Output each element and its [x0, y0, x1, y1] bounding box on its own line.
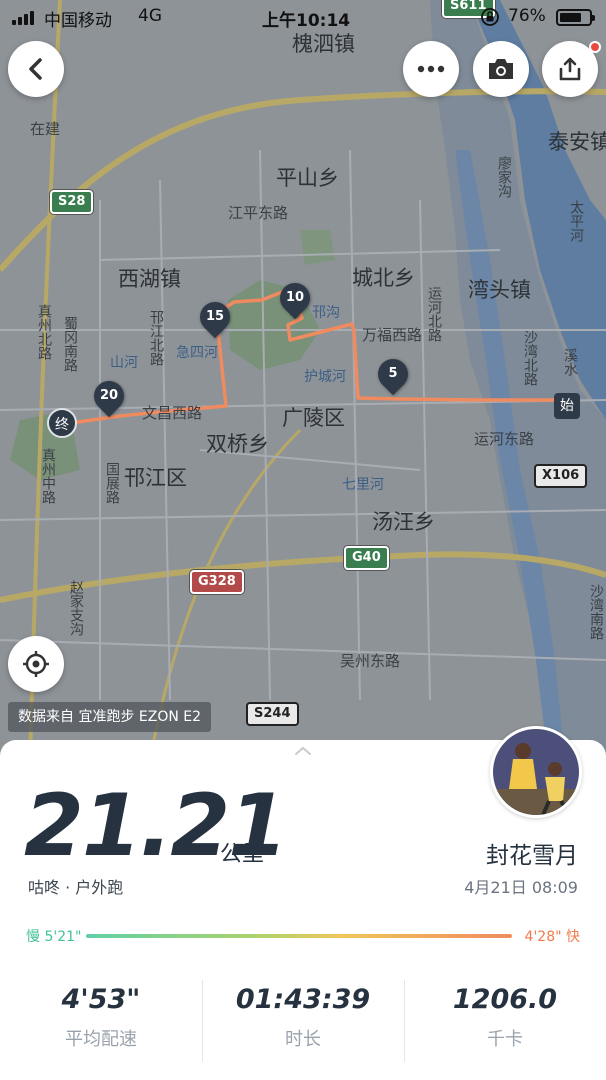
battery-icon	[556, 9, 595, 26]
km-marker-15: 15	[193, 295, 237, 339]
distance-unit: 公里	[220, 842, 265, 867]
highway-shield: G40	[344, 546, 389, 570]
camera-button[interactable]	[473, 41, 529, 97]
stat-label: 平均配速	[65, 1029, 137, 1050]
road-label: 运河东路	[474, 430, 535, 448]
camera-icon	[489, 59, 513, 79]
status-bar: 中国移动 4G 上午10:14 76%	[0, 0, 606, 34]
road-label: 万福西路	[362, 326, 423, 344]
clock: 上午10:14	[262, 11, 351, 31]
stat-label: 时长	[285, 1029, 321, 1050]
road-label: 赵家支沟	[68, 580, 84, 636]
river-label: 急四河	[176, 345, 218, 361]
share-icon	[559, 57, 581, 81]
place-label: 西湖镇	[118, 267, 181, 291]
river-label: 七里河	[342, 477, 384, 493]
user-name[interactable]: 封花雪月	[486, 836, 578, 870]
stat-avg-pace: 4'53" 平均配速	[0, 976, 202, 1066]
network-type: 4G	[138, 6, 162, 26]
place-label: 城北乡	[352, 266, 415, 290]
place-label: 广陵区	[282, 406, 345, 430]
battery-percent: 76%	[508, 6, 546, 26]
river-label: 溪水	[562, 348, 578, 376]
place-label: 汤汪乡	[372, 510, 435, 534]
road-label: 蜀冈南路	[62, 316, 78, 372]
chevron-up-icon[interactable]	[293, 745, 313, 757]
highway-shield: X106	[534, 464, 588, 488]
back-button[interactable]	[8, 41, 64, 97]
km-marker-5: 5	[371, 352, 415, 396]
place-label: 邗江区	[124, 466, 187, 490]
stat-value: 01:43:39	[235, 984, 371, 1015]
river-label: 廖家沟	[496, 156, 512, 198]
run-summary-sheet[interactable]: 21.21 公里 咕咚 · 户外跑 封花雪月 4月21日 08:09 慢 5'2…	[0, 726, 606, 1080]
data-source-label: 数据来自 宜准跑步 EZON E2	[8, 702, 212, 732]
road-label: 国展路	[104, 462, 120, 504]
stat-calories: 1206.0 千卡	[404, 976, 606, 1066]
stat-label: 千卡	[487, 1029, 523, 1050]
highway-shield: S28	[50, 190, 94, 214]
route-start-marker: 始	[554, 393, 580, 419]
pace-fast-label: 4'28" 快	[524, 929, 580, 945]
road-label: 沙湾南路	[588, 584, 604, 640]
road-label: 江平东路	[228, 204, 289, 222]
route-map[interactable]: 槐泗镇 平山乡 西湖镇 城北乡 湾头镇 广陵区 双桥乡 邗江区 汤汪乡 泰安镇 …	[0, 0, 606, 760]
chevron-left-icon	[29, 58, 42, 80]
pace-gradient-bar	[86, 934, 512, 938]
road-label: 邗江北路	[148, 310, 164, 366]
place-label: 在建	[30, 120, 61, 138]
more-dots-icon	[417, 65, 445, 73]
river-label: 山河	[110, 355, 138, 371]
more-button[interactable]	[403, 41, 459, 97]
place-label: 平山乡	[276, 166, 339, 190]
road-label: 真州北路	[36, 304, 52, 360]
sport-type: 咕咚 · 户外跑	[28, 878, 124, 897]
place-label: 双桥乡	[206, 432, 269, 456]
stat-value: 1206.0	[452, 984, 558, 1015]
pace-slow-label: 慢 5'21"	[26, 929, 82, 945]
rotation-lock-icon	[481, 8, 499, 26]
place-label: 湾头镇	[468, 278, 531, 302]
stat-value: 4'53"	[61, 984, 141, 1015]
highway-shield: G328	[190, 570, 244, 594]
avatar-image	[493, 729, 579, 815]
locate-button[interactable]	[8, 636, 64, 692]
road-label: 文昌西路	[142, 404, 203, 422]
stats-row: 4'53" 平均配速 01:43:39 时长 1206.0 千卡	[0, 976, 606, 1066]
crosshair-icon	[23, 651, 49, 677]
share-button[interactable]	[542, 41, 601, 97]
signal-icon	[12, 11, 38, 25]
river-label: 太平河	[568, 200, 584, 242]
river-label: 护城河	[304, 369, 346, 385]
stat-duration: 01:43:39 时长	[202, 976, 404, 1066]
run-date: 4月21日 08:09	[464, 878, 578, 897]
place-label: 泰安镇	[548, 130, 606, 154]
highway-shield: S244	[246, 702, 299, 726]
road-label: 吴州东路	[340, 652, 401, 670]
river-label: 邗沟	[312, 305, 340, 321]
carrier-name: 中国移动	[44, 11, 112, 31]
km-marker-20: 20	[87, 374, 131, 418]
road-label: 运河北路	[426, 286, 442, 342]
road-label: 沙湾北路	[522, 330, 538, 386]
km-marker-10: 10	[273, 276, 317, 320]
run-route	[63, 286, 566, 426]
user-avatar[interactable]	[490, 726, 582, 818]
route-end-marker: 终	[47, 408, 77, 438]
road-label: 真州中路	[40, 448, 56, 504]
notification-dot	[589, 41, 601, 53]
